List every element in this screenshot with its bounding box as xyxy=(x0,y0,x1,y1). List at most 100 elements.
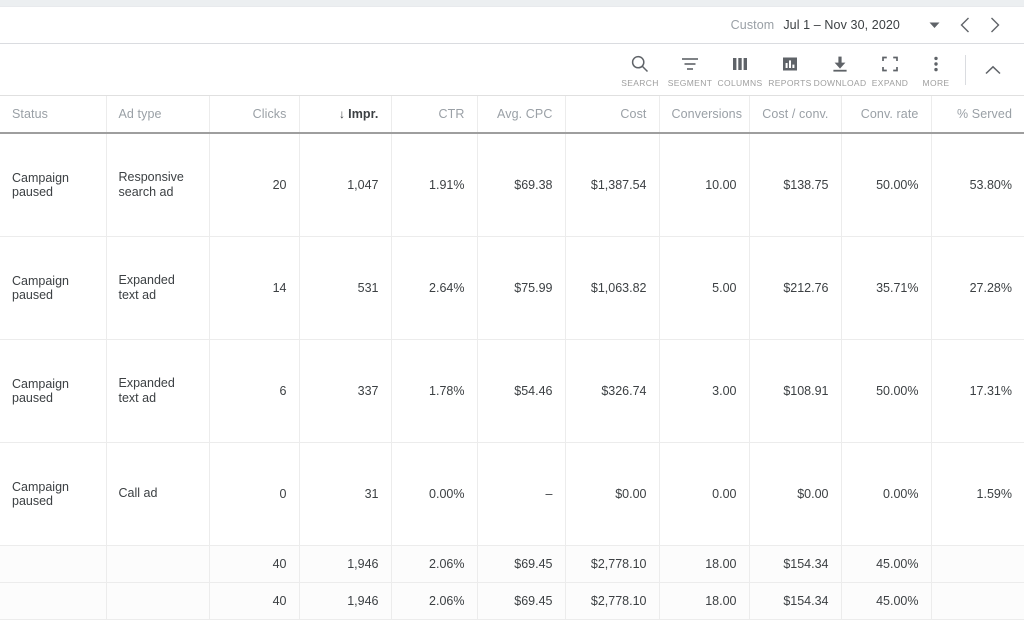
cell-conversions: 0.00 xyxy=(659,442,750,546)
cell-status: Campaign paused xyxy=(0,133,107,237)
cell-status xyxy=(0,545,107,583)
chevron-right-icon[interactable] xyxy=(980,11,1010,39)
table-toolbar: SEARCH SEGMENT COLUMNS REPORTS DOWNLOAD xyxy=(0,44,1024,96)
cell-conversions: 5.00 xyxy=(659,236,750,340)
cell-status: Campaign paused xyxy=(0,442,107,546)
column-header-status[interactable]: Status xyxy=(0,96,107,134)
table-row[interactable]: Campaign paused Responsive search ad 20 … xyxy=(0,133,1024,237)
reports-button[interactable]: REPORTS xyxy=(765,51,815,88)
cell-conv-rate: 35.71% xyxy=(841,236,932,340)
cell-clicks: 20 xyxy=(209,133,300,237)
segment-label: SEGMENT xyxy=(667,78,713,88)
cell-ad-type: Call ad xyxy=(106,442,210,546)
chevron-down-icon[interactable] xyxy=(924,15,944,35)
column-header-ad-type[interactable]: Ad type xyxy=(106,96,210,134)
column-header-clicks[interactable]: Clicks xyxy=(209,96,300,134)
column-header-impr[interactable]: ↓ Impr. xyxy=(299,96,392,134)
cell-clicks: 14 xyxy=(209,236,300,340)
reports-icon xyxy=(780,53,800,75)
table-total-row: 40 1,946 2.06% $69.45 $2,778.10 18.00 $1… xyxy=(0,545,1024,583)
column-header-impr-label: Impr. xyxy=(348,107,379,121)
expand-button[interactable]: EXPAND xyxy=(865,51,915,88)
column-header-conversions[interactable]: Conversions xyxy=(659,96,750,134)
cell-cost-per-conv: $108.91 xyxy=(749,339,842,443)
cell-conv-rate: 50.00% xyxy=(841,339,932,443)
cell-cost: $2,778.10 xyxy=(565,545,660,583)
cell-avg-cpc: $69.38 xyxy=(477,133,566,237)
column-header-conv-rate[interactable]: Conv. rate xyxy=(841,96,932,134)
cell-clicks: 40 xyxy=(209,582,300,620)
date-range-label: Custom xyxy=(730,18,775,32)
cell-impr: 1,047 xyxy=(299,133,392,237)
cell-ctr: 1.78% xyxy=(391,339,478,443)
cell-cost-per-conv: $212.76 xyxy=(749,236,842,340)
cell-ctr: 2.64% xyxy=(391,236,478,340)
cell-cost-per-conv: $138.75 xyxy=(749,133,842,237)
cell-conversions: 10.00 xyxy=(659,133,750,237)
cell-status: Campaign paused xyxy=(0,339,107,443)
cell-avg-cpc: $75.99 xyxy=(477,236,566,340)
cell-avg-cpc: – xyxy=(477,442,566,546)
expand-label: EXPAND xyxy=(871,78,909,88)
search-button[interactable]: SEARCH xyxy=(615,51,665,88)
download-button[interactable]: DOWNLOAD xyxy=(814,51,866,88)
cell-pct-served: 27.28% xyxy=(931,236,1024,340)
cell-conv-rate: 45.00% xyxy=(841,582,932,620)
cell-conversions: 3.00 xyxy=(659,339,750,443)
cell-ad-type xyxy=(106,545,210,583)
cell-conversions: 18.00 xyxy=(659,582,750,620)
cell-clicks: 6 xyxy=(209,339,300,443)
date-range-bar: Custom Jul 1 – Nov 30, 2020 xyxy=(0,7,1024,44)
cell-ad-type: Expanded text ad xyxy=(106,339,210,443)
column-header-cost[interactable]: Cost xyxy=(565,96,660,134)
cell-status xyxy=(0,582,107,620)
cell-impr: 337 xyxy=(299,339,392,443)
table-row[interactable]: Campaign paused Call ad 0 31 0.00% – $0.… xyxy=(0,442,1024,546)
cell-status: Campaign paused xyxy=(0,236,107,340)
cell-cost: $0.00 xyxy=(565,442,660,546)
chevron-left-icon[interactable] xyxy=(950,11,980,39)
segment-icon xyxy=(680,53,700,75)
cell-impr: 1,946 xyxy=(299,582,392,620)
cell-pct-served xyxy=(931,545,1024,583)
more-button[interactable]: MORE xyxy=(915,51,957,88)
column-header-ctr[interactable]: CTR xyxy=(391,96,478,134)
column-header-pct-served[interactable]: % Served xyxy=(931,96,1024,134)
cell-cost-per-conv: $154.34 xyxy=(749,582,842,620)
cell-pct-served: 1.59% xyxy=(931,442,1024,546)
expand-icon xyxy=(880,53,900,75)
segment-button[interactable]: SEGMENT xyxy=(665,51,715,88)
ads-performance-table: Status Ad type Clicks ↓ Impr. CTR Avg. CP… xyxy=(0,96,1024,620)
toolbar-divider xyxy=(965,54,966,85)
date-range-value[interactable]: Jul 1 – Nov 30, 2020 xyxy=(783,18,900,32)
table-row[interactable]: Campaign paused Expanded text ad 14 531 … xyxy=(0,236,1024,340)
cell-avg-cpc: $69.45 xyxy=(477,545,566,583)
download-icon xyxy=(830,53,850,75)
table-row[interactable]: Campaign paused Expanded text ad 6 337 1… xyxy=(0,339,1024,443)
cell-cost: $2,778.10 xyxy=(565,582,660,620)
cell-pct-served: 17.31% xyxy=(931,339,1024,443)
search-label: SEARCH xyxy=(621,78,659,88)
column-header-cost-per-conv[interactable]: Cost / conv. xyxy=(749,96,842,134)
column-header-avg-cpc[interactable]: Avg. CPC xyxy=(477,96,566,134)
cell-ctr: 2.06% xyxy=(391,582,478,620)
cell-conv-rate: 50.00% xyxy=(841,133,932,237)
table-header-row: Status Ad type Clicks ↓ Impr. CTR Avg. CP… xyxy=(0,96,1024,134)
more-vert-icon xyxy=(926,53,946,75)
cell-clicks: 0 xyxy=(209,442,300,546)
cell-cost: $326.74 xyxy=(565,339,660,443)
cell-avg-cpc: $54.46 xyxy=(477,339,566,443)
data-table-container: Status Ad type Clicks ↓ Impr. CTR Avg. CP… xyxy=(0,96,1024,620)
collapse-button[interactable] xyxy=(976,53,1010,87)
cell-impr: 31 xyxy=(299,442,392,546)
cell-impr: 1,946 xyxy=(299,545,392,583)
cell-ad-type: Responsive search ad xyxy=(106,133,210,237)
cell-conv-rate: 45.00% xyxy=(841,545,932,583)
cell-impr: 531 xyxy=(299,236,392,340)
cell-ctr: 1.91% xyxy=(391,133,478,237)
search-icon xyxy=(630,53,650,75)
cell-clicks: 40 xyxy=(209,545,300,583)
top-strip xyxy=(0,0,1024,7)
columns-button[interactable]: COLUMNS xyxy=(715,51,765,88)
cell-cost: $1,063.82 xyxy=(565,236,660,340)
